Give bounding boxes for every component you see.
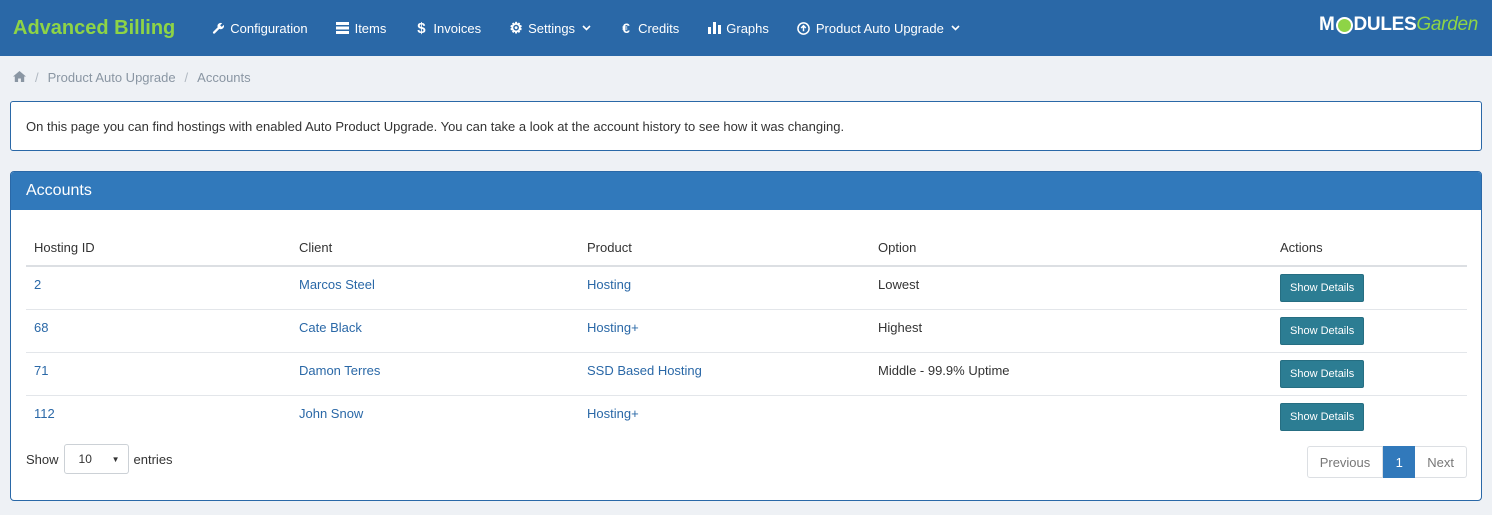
option-value: Highest — [878, 320, 923, 335]
panel-title: Accounts — [11, 172, 1481, 210]
page-length-control: Show 10 ▼ entries — [26, 444, 173, 474]
nav-items-label: Items — [354, 20, 387, 36]
table-footer: Show 10 ▼ entries Previous 1 Next — [26, 444, 1467, 478]
entries-select[interactable]: 10 ▼ — [63, 444, 129, 474]
show-details-button[interactable]: Show Details — [1280, 274, 1365, 302]
nav-graphs[interactable]: Graphs — [693, 0, 783, 56]
nav-configuration-label: Configuration — [230, 20, 308, 36]
arrow-up-circle-icon — [797, 21, 811, 35]
breadcrumb-separator: / — [184, 70, 189, 85]
client-link[interactable]: John Snow — [291, 406, 579, 421]
modulesgarden-logo[interactable]: M DULES Garden — [1319, 14, 1478, 36]
product-link[interactable]: SSD Based Hosting — [579, 363, 870, 378]
table-row: 68 Cate Black Hosting+ Highest Show Deta… — [26, 310, 1467, 353]
option-value: Middle - 99.9% Uptime — [878, 363, 1010, 378]
breadcrumb-separator: / — [35, 70, 39, 85]
nav-items[interactable]: Items — [322, 0, 401, 56]
column-header-client[interactable]: Client — [291, 240, 579, 255]
table-row: 2 Marcos Steel Hosting Lowest Show Detai… — [26, 267, 1467, 310]
column-header-hosting-id[interactable]: Hosting ID — [26, 240, 291, 255]
product-link[interactable]: Hosting+ — [579, 320, 870, 335]
column-header-actions: Actions — [1280, 240, 1323, 255]
entries-select-value: 10 — [78, 452, 92, 466]
nav-product-auto-upgrade[interactable]: Product Auto Upgrade — [783, 0, 974, 56]
logo-globe-icon — [1335, 16, 1353, 34]
show-details-button[interactable]: Show Details — [1280, 317, 1365, 345]
nav-invoices[interactable]: $ Invoices — [400, 0, 495, 56]
chevron-down-icon — [951, 25, 960, 31]
breadcrumb-accounts: Accounts — [197, 70, 251, 85]
caret-down-icon: ▼ — [111, 454, 120, 464]
euro-icon: € — [622, 20, 630, 36]
entries-label: entries — [133, 451, 173, 467]
previous-page-button[interactable]: Previous — [1306, 446, 1384, 478]
top-navbar: Advanced Billing Configuration Items $ I… — [0, 0, 1492, 56]
next-page-button[interactable]: Next — [1415, 446, 1467, 478]
product-link[interactable]: Hosting+ — [579, 406, 870, 421]
gear-icon: ⚙ — [509, 20, 523, 37]
client-link[interactable]: Marcos Steel — [291, 277, 579, 292]
info-text: On this page you can find hostings with … — [26, 119, 845, 134]
info-box: On this page you can find hostings with … — [10, 101, 1482, 151]
nav-credits[interactable]: € Credits — [605, 0, 693, 56]
breadcrumb: / Product Auto Upgrade / Accounts — [13, 70, 251, 85]
nav-settings[interactable]: ⚙ Settings — [495, 0, 605, 56]
table-row: 71 Damon Terres SSD Based Hosting Middle… — [26, 353, 1467, 396]
hosting-id-link[interactable]: 2 — [26, 277, 291, 292]
nav-graphs-label: Graphs — [726, 20, 769, 36]
product-link[interactable]: Hosting — [579, 277, 870, 292]
hosting-id-link[interactable]: 112 — [26, 406, 291, 421]
table-header: Hosting ID Client Product Option Actions — [26, 230, 1467, 267]
bar-chart-icon — [707, 21, 721, 35]
column-header-option[interactable]: Option — [870, 240, 1272, 255]
table-row: 112 John Snow Hosting+ Show Details — [26, 396, 1467, 439]
page-1-button[interactable]: 1 — [1383, 446, 1416, 478]
hosting-id-link[interactable]: 68 — [26, 320, 291, 335]
nav-invoices-label: Invoices — [433, 20, 482, 36]
client-link[interactable]: Damon Terres — [291, 363, 579, 378]
home-icon[interactable] — [13, 70, 26, 85]
option-value: Lowest — [878, 277, 920, 292]
show-details-button[interactable]: Show Details — [1280, 360, 1365, 388]
accounts-table: Hosting ID Client Product Option Actions… — [26, 230, 1467, 439]
chevron-down-icon — [582, 25, 591, 31]
wrench-icon — [211, 21, 225, 35]
list-icon — [336, 21, 350, 35]
breadcrumb-product-auto-upgrade[interactable]: Product Auto Upgrade — [48, 70, 176, 85]
pagination: Previous 1 Next — [1306, 446, 1467, 478]
nav-configuration[interactable]: Configuration — [197, 0, 321, 56]
nav-credits-label: Credits — [638, 20, 680, 36]
column-header-product[interactable]: Product — [579, 240, 870, 255]
client-link[interactable]: Cate Black — [291, 320, 579, 335]
hosting-id-link[interactable]: 71 — [26, 363, 291, 378]
show-details-button[interactable]: Show Details — [1280, 403, 1365, 431]
nav-settings-label: Settings — [528, 20, 576, 36]
show-label: Show — [26, 451, 59, 467]
dollar-icon: $ — [417, 19, 426, 37]
nav-product-auto-upgrade-label: Product Auto Upgrade — [815, 20, 944, 36]
accounts-panel: Accounts Hosting ID Client Product Optio… — [10, 171, 1482, 501]
brand-title[interactable]: Advanced Billing — [13, 17, 175, 40]
